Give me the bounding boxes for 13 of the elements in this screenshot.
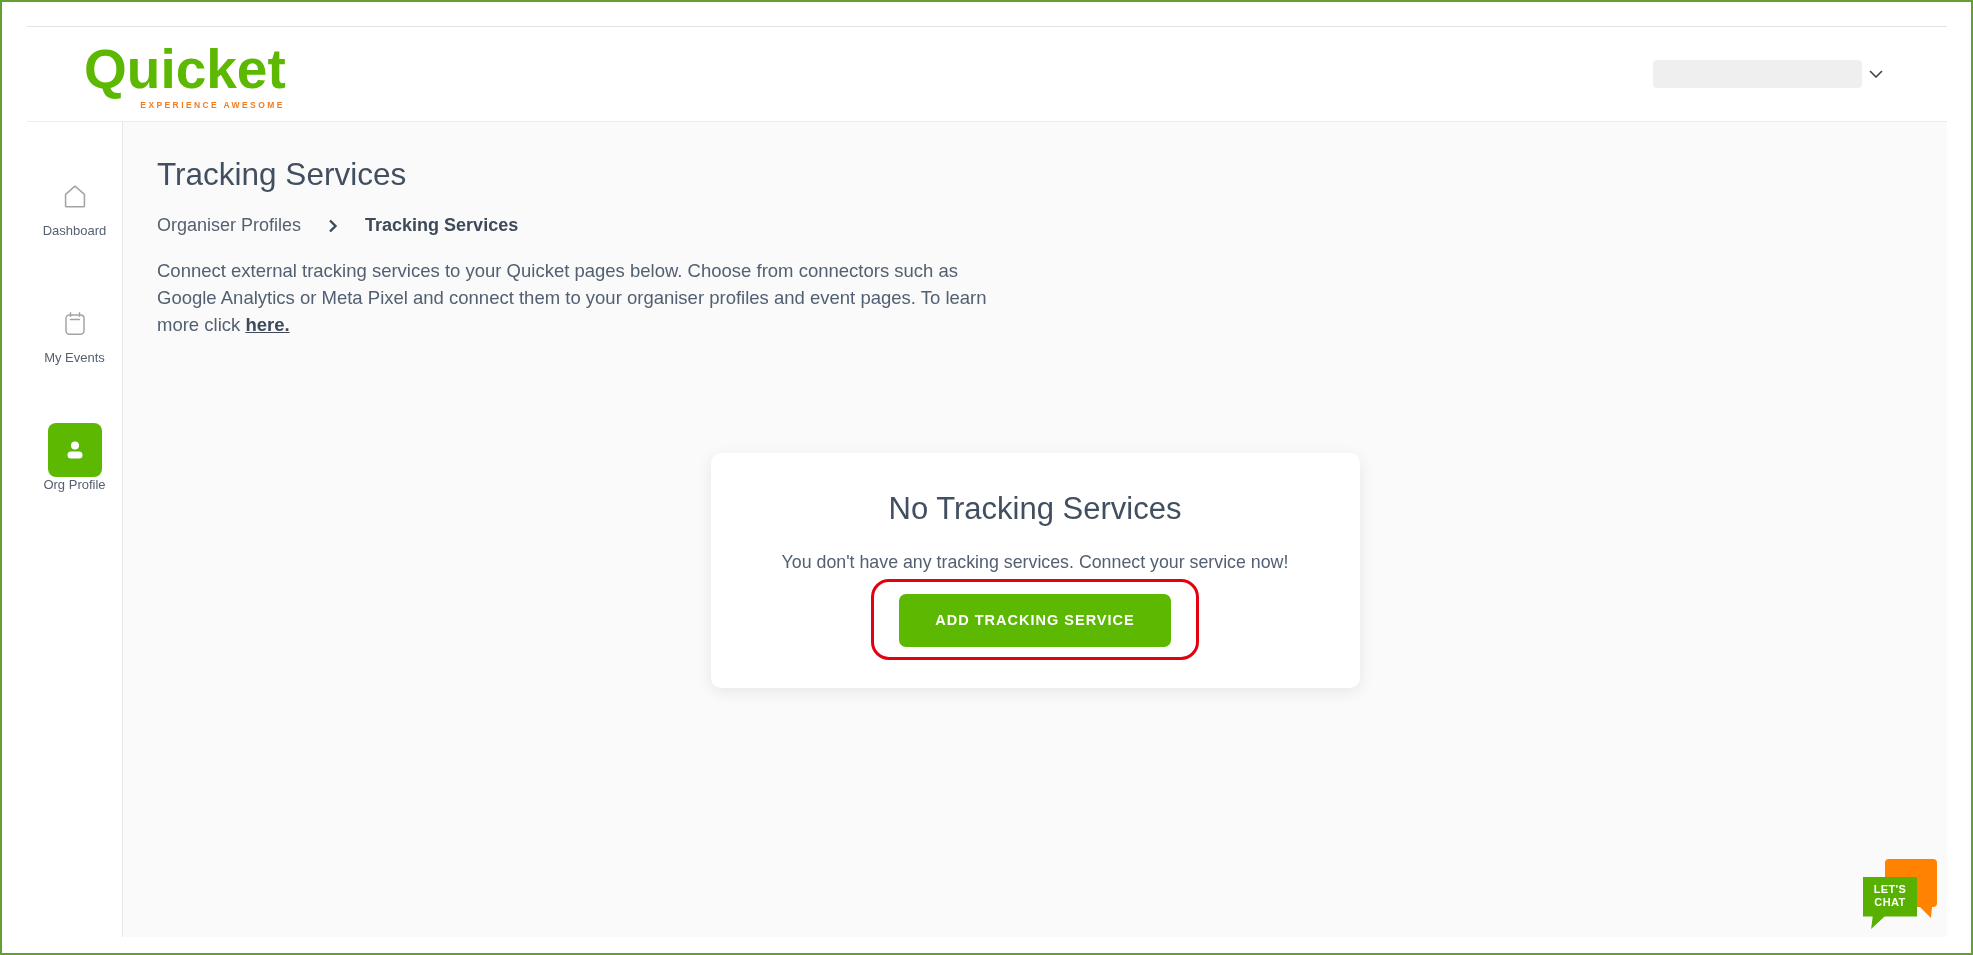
breadcrumb-link[interactable]: Organiser Profiles xyxy=(157,212,302,239)
breadcrumb-current: Tracking Services xyxy=(365,214,519,237)
sidebar-item[interactable]: Org Profile xyxy=(29,423,120,493)
page-title: Tracking Services xyxy=(157,156,407,192)
empty-state-message: You don't have any tracking services. Connect your service now! xyxy=(781,551,1289,574)
learn-more-link[interactable]: here. xyxy=(245,314,290,335)
sidebar-item[interactable]: Dashboard xyxy=(29,169,120,239)
empty-state-title: No Tracking Services xyxy=(888,492,1182,526)
description-text: Connect external tracking services to your Quicket pages below. Choose from connectors such as Google Analytics or Meta Pixel and connect them to your organiser profiles and event pages. To learn more click here. xyxy=(157,259,987,337)
chevron-right-icon xyxy=(328,218,339,233)
chevron-down-icon[interactable] xyxy=(1869,70,1883,78)
sidebar-item[interactable]: My Events xyxy=(29,296,120,366)
logo-tagline: EXPERIENCE AWESOME xyxy=(140,100,285,110)
